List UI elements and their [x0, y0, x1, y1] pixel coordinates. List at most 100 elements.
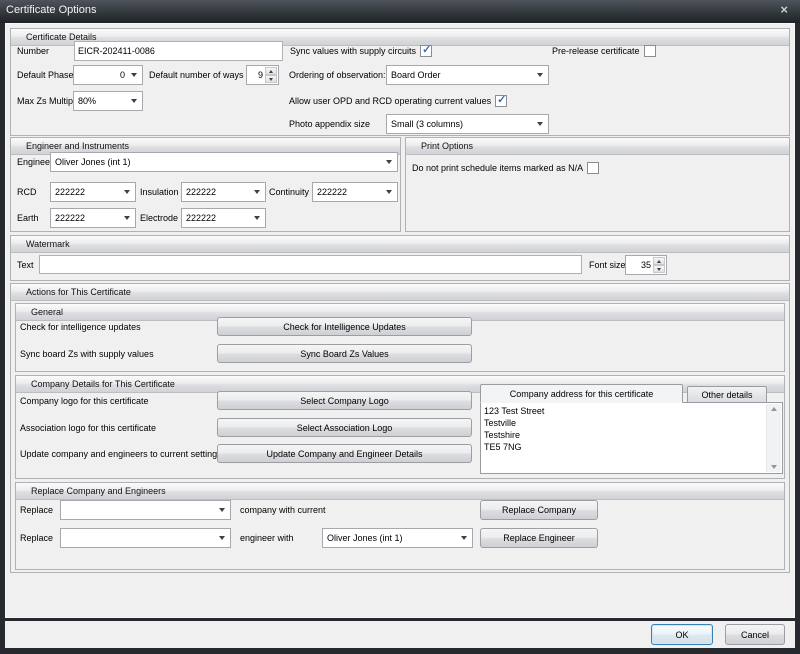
replace-header: Replace Company and Engineers [16, 483, 784, 500]
actions-header: Actions for This Certificate [11, 284, 789, 301]
company-with-current-label: company with current [240, 500, 326, 520]
replace-company-value [65, 501, 213, 519]
engineer-value: Oliver Jones (int 1) [55, 153, 380, 171]
continuity-combo[interactable]: 222222 [312, 182, 398, 202]
tab-other-details[interactable]: Other details [687, 386, 767, 403]
ordering-label: Ordering of observation: [289, 65, 386, 85]
pre-release-row: Pre-release certificate [552, 43, 656, 59]
dropdown-arrow-icon [249, 209, 265, 227]
insulation-combo[interactable]: 222222 [181, 182, 266, 202]
replace-engineer-empty-value [65, 529, 213, 547]
spin-down-icon[interactable] [653, 265, 665, 273]
continuity-value: 222222 [317, 183, 380, 201]
ok-button[interactable]: OK [651, 624, 713, 645]
font-size-spinner[interactable]: 35 [625, 255, 667, 275]
replace-engineer-button[interactable]: Replace Engineer [480, 528, 598, 548]
tab-company-address[interactable]: Company address for this certificate [480, 384, 683, 403]
default-phase-value: 0 [78, 66, 125, 84]
window-title: Certificate Options [6, 0, 96, 21]
watermark-group: Watermark Text Font size 35 [10, 235, 790, 281]
default-phase-label: Default Phase [17, 65, 74, 85]
engineer-with-value: Oliver Jones (int 1) [327, 529, 455, 547]
company-address-value: 123 Test Street Testville Testshire TE5 … [484, 405, 763, 471]
scroll-up-icon[interactable] [771, 407, 777, 411]
font-size-value: 35 [628, 256, 651, 274]
allow-opd-label: Allow user OPD and RCD operating current… [289, 96, 491, 106]
dropdown-arrow-icon [381, 183, 397, 201]
no-print-na-row: Do not print schedule items marked as N/… [412, 160, 599, 176]
footer-bar: OK Cancel [5, 621, 795, 648]
certificate-number-input[interactable]: EICR-202411-0086 [74, 41, 283, 61]
check-updates-button[interactable]: Check for Intelligence Updates [217, 317, 472, 336]
actions-group: Actions for This Certificate General Che… [10, 283, 790, 573]
sync-values-checkbox[interactable] [420, 45, 432, 57]
engineer-instruments-group: Engineer and Instruments Engineer Oliver… [10, 137, 401, 232]
cancel-button[interactable]: Cancel [725, 624, 785, 645]
allow-opd-checkbox[interactable] [495, 95, 507, 107]
sync-values-label: Sync values with supply circuits [290, 46, 416, 56]
max-zs-combo[interactable]: 80% [73, 91, 143, 111]
spin-up-icon[interactable] [653, 257, 665, 265]
certificate-details-group: Certificate Details Number EICR-202411-0… [10, 28, 790, 136]
company-details-group: Company Details for This Certificate Com… [15, 375, 785, 479]
max-zs-label: Max Zs Multiplie [17, 91, 73, 111]
dropdown-arrow-icon [532, 115, 548, 133]
update-company-button[interactable]: Update Company and Engineer Details [217, 444, 472, 463]
engineer-with-combo[interactable]: Oliver Jones (int 1) [322, 528, 473, 548]
insulation-value: 222222 [186, 183, 248, 201]
dropdown-arrow-icon [214, 501, 230, 519]
dropdown-arrow-icon [119, 183, 135, 201]
electrode-combo[interactable]: 222222 [181, 208, 266, 228]
sync-values-row: Sync values with supply circuits [290, 43, 432, 59]
earth-value: 222222 [55, 209, 118, 227]
rcd-combo[interactable]: 222222 [50, 182, 136, 202]
default-ways-spinner[interactable]: 9 [246, 65, 279, 85]
continuity-label: Continuity [269, 182, 311, 202]
ordering-combo[interactable]: Board Order [386, 65, 549, 85]
update-company-label: Update company and engineers to current … [20, 444, 222, 464]
default-phase-combo[interactable]: 0 [73, 65, 143, 85]
default-ways-label: Default number of ways [149, 65, 244, 85]
watermark-header: Watermark [11, 236, 789, 253]
replace-company-combo[interactable] [60, 500, 231, 520]
dropdown-arrow-icon [249, 183, 265, 201]
certificate-options-dialog: Certificate Options × Certificate Detail… [0, 0, 800, 654]
check-updates-label: Check for intelligence updates [20, 317, 141, 337]
no-print-na-checkbox[interactable] [587, 162, 599, 174]
pre-release-label: Pre-release certificate [552, 46, 640, 56]
company-logo-label: Company logo for this certificate [20, 391, 149, 411]
replace-company-button[interactable]: Replace Company [480, 500, 598, 520]
replace-engineer-label: Replace [20, 528, 53, 548]
dialog-body: Certificate Details Number EICR-202411-0… [5, 23, 795, 618]
dropdown-arrow-icon [119, 209, 135, 227]
replace-engineer-combo[interactable] [60, 528, 231, 548]
photo-appendix-value: Small (3 columns) [391, 115, 531, 133]
electrode-value: 222222 [186, 209, 248, 227]
print-options-group: Print Options Do not print schedule item… [405, 137, 790, 232]
photo-appendix-combo[interactable]: Small (3 columns) [386, 114, 549, 134]
spin-up-icon[interactable] [265, 67, 277, 75]
general-group: General Check for intelligence updates C… [15, 303, 785, 372]
scroll-down-icon[interactable] [771, 465, 777, 469]
title-bar: Certificate Options × [0, 0, 800, 23]
earth-combo[interactable]: 222222 [50, 208, 136, 228]
watermark-text-input[interactable] [39, 255, 582, 274]
scrollbar[interactable] [766, 404, 781, 472]
select-association-logo-button[interactable]: Select Association Logo [217, 418, 472, 437]
default-ways-value: 9 [249, 66, 263, 84]
select-company-logo-button[interactable]: Select Company Logo [217, 391, 472, 410]
dropdown-arrow-icon [381, 153, 397, 171]
photo-appendix-label: Photo appendix size [289, 114, 370, 134]
spin-down-icon[interactable] [265, 75, 277, 83]
electrode-label: Electrode [140, 208, 180, 228]
close-icon[interactable]: × [780, 0, 788, 20]
association-logo-label: Association logo for this certificate [20, 418, 156, 438]
number-label: Number [17, 41, 49, 61]
sync-zs-button[interactable]: Sync Board Zs Values [217, 344, 472, 363]
print-options-header: Print Options [406, 138, 789, 155]
company-address-textarea[interactable]: 123 Test Street Testville Testshire TE5 … [480, 402, 783, 474]
pre-release-checkbox[interactable] [644, 45, 656, 57]
replace-company-label: Replace [20, 500, 53, 520]
engineer-combo[interactable]: Oliver Jones (int 1) [50, 152, 398, 172]
sync-zs-label: Sync board Zs with supply values [20, 344, 154, 364]
